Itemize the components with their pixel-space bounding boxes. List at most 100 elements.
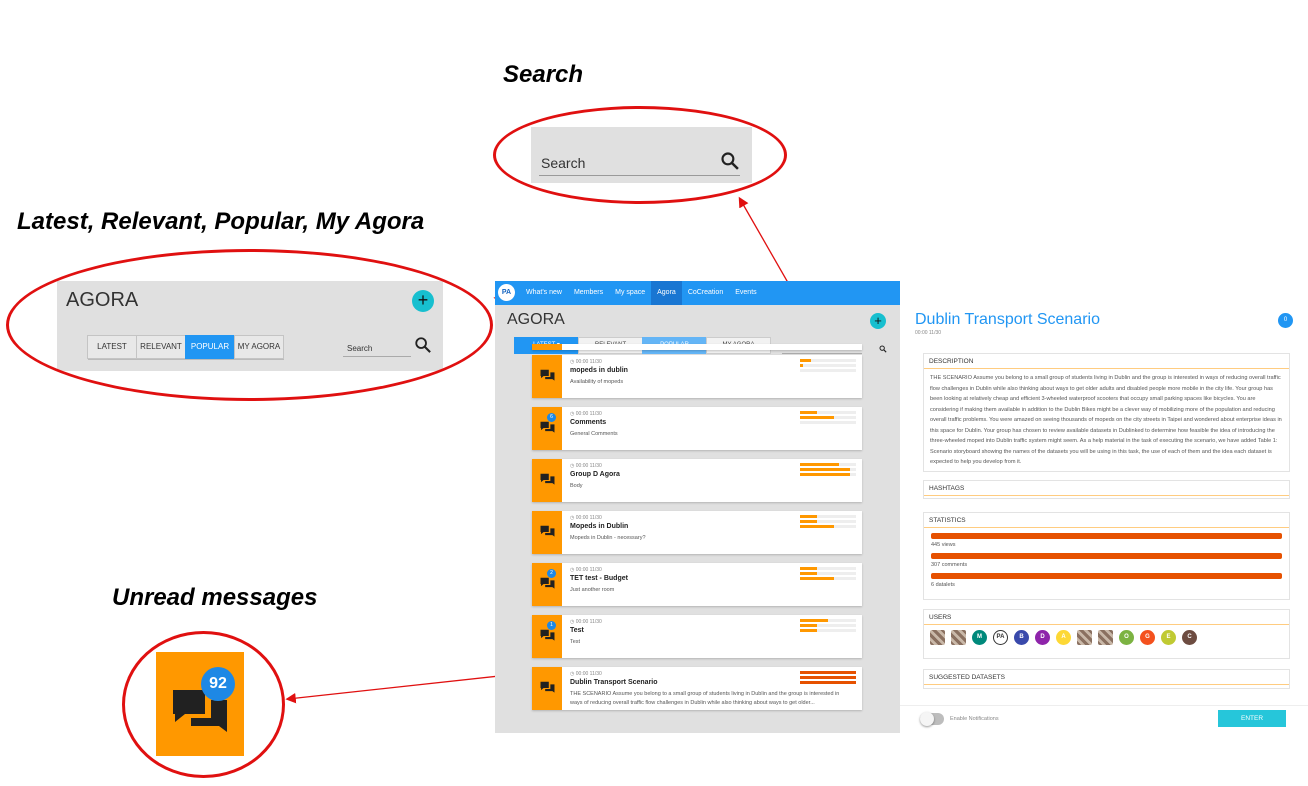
- search-icon[interactable]: [879, 345, 887, 353]
- avatar[interactable]: A: [1056, 630, 1071, 645]
- detail-title: Dublin Transport Scenario: [915, 311, 1100, 328]
- room-name: Group D Agora: [570, 471, 620, 478]
- datalets-bar: [931, 573, 1282, 579]
- activity-bar: [800, 520, 856, 523]
- nav-item-whats-new[interactable]: What's new: [520, 281, 568, 305]
- room-card[interactable]: ◷ 00:00 11/30 Mopeds in Dublin Mopeds in D…: [532, 511, 862, 554]
- activity-bar: [800, 525, 856, 528]
- activity-bar: [800, 577, 856, 580]
- chat-icon: [540, 681, 555, 693]
- room-desc: Availability of mopeds: [570, 379, 624, 385]
- activity-bar: [800, 468, 856, 471]
- suggested-datasets-header: SUGGESTED DATASETS: [924, 670, 1289, 685]
- avatar[interactable]: C: [1182, 630, 1197, 645]
- nav-icons: ✉ ?: [900, 281, 1308, 305]
- activity-bar: [800, 624, 856, 627]
- views-bar: [931, 533, 1282, 539]
- avatar[interactable]: B: [1014, 630, 1029, 645]
- nav-item-my-space[interactable]: My space: [609, 281, 651, 305]
- room-card[interactable]: ◷ 00:00 11/30 Group D Agora Body: [532, 459, 862, 502]
- search-underline: [782, 353, 862, 354]
- agora-heading: AGORA: [507, 311, 565, 328]
- activity-bar: [800, 681, 856, 684]
- room-meta: ◷ 00:00 11/30: [570, 619, 602, 625]
- detail-count-badge: 0: [1278, 313, 1293, 328]
- room-name: mopeds in dublin: [570, 367, 628, 374]
- room-desc: THE SCENARIO Assume you belong to a smal…: [570, 691, 840, 706]
- mail-icon[interactable]: ✉: [909, 289, 916, 298]
- avatar[interactable]: [1098, 630, 1113, 645]
- help-icon[interactable]: ?: [976, 289, 980, 298]
- logo[interactable]: PA: [498, 284, 515, 301]
- nav-item-agora[interactable]: Agora: [651, 281, 682, 305]
- nav-item-members[interactable]: Members: [568, 281, 609, 305]
- bell-icon[interactable]: [925, 288, 933, 298]
- top-nav: PA What's new Members My space Agora CoC…: [495, 281, 1308, 305]
- room-name: Dublin Transport Scenario: [570, 679, 658, 686]
- room-icon-square: 2: [532, 563, 562, 606]
- room-activity-bars: [800, 567, 856, 582]
- room-card[interactable]: ◷ 00:00 11/30 Dublin Transport Scenario TH…: [532, 667, 862, 710]
- activity-bar: [800, 671, 856, 674]
- room-card[interactable]: ◷ 00:00 11/30 mopeds in dublin Availabilit…: [532, 355, 862, 398]
- chat-icon: [540, 577, 555, 589]
- room-card-partial[interactable]: [532, 344, 862, 350]
- activity-bar: [800, 676, 856, 679]
- statistics-panel: STATISTICS 445 views 307 comments 6 data…: [923, 512, 1290, 600]
- room-icon-square: [532, 459, 562, 502]
- detail-date: 00:00 11/30: [915, 330, 942, 336]
- notifications-toggle[interactable]: [920, 712, 944, 726]
- activity-bar: [800, 411, 856, 414]
- avatar[interactable]: [1077, 630, 1092, 645]
- enter-button[interactable]: ENTER: [1218, 710, 1286, 727]
- room-meta-time: 00:00 11/30: [575, 359, 602, 365]
- room-name: TET test - Budget: [570, 575, 628, 582]
- room-activity-bars: [800, 671, 856, 686]
- profile-icon[interactable]: [959, 288, 967, 298]
- avatar[interactable]: PA: [993, 630, 1008, 645]
- nav-item-events[interactable]: Events: [729, 281, 762, 305]
- detail-panel: Dublin Transport Scenario 00:00 11/30 0 …: [900, 305, 1308, 733]
- room-card[interactable]: 6 ◷ 00:00 11/30 Comments General Comments: [532, 407, 862, 450]
- room-activity-bars: [800, 515, 856, 530]
- views-label: 445 views: [931, 542, 956, 548]
- room-icon-square: [532, 667, 562, 710]
- avatar[interactable]: [951, 630, 966, 645]
- activity-bar: [800, 567, 856, 570]
- room-meta-time: 00:00 11/30: [575, 567, 602, 573]
- room-meta: ◷ 00:00 11/30: [570, 359, 602, 365]
- room-meta-time: 00:00 11/30: [575, 619, 602, 625]
- activity-bar: [800, 515, 856, 518]
- room-icon-square: 6: [532, 407, 562, 450]
- activity-bar: [800, 619, 856, 622]
- activity-bar: [800, 364, 856, 367]
- add-room-button[interactable]: +: [870, 313, 886, 329]
- room-meta: ◷ 00:00 11/30: [570, 567, 602, 573]
- room-desc: Mopeds in Dublin - necessary?: [570, 535, 646, 541]
- room-name: Mopeds in Dublin: [570, 523, 629, 530]
- detail-bottom-bar: Enable Notifications ENTER: [900, 705, 1308, 733]
- avatar[interactable]: G: [1140, 630, 1155, 645]
- room-meta-time: 00:00 11/30: [575, 463, 602, 469]
- room-card[interactable]: 1 ◷ 00:00 11/30 Test Test: [532, 615, 862, 658]
- chat-icon: [540, 369, 555, 381]
- nav-item-cocreation[interactable]: CoCreation: [682, 281, 729, 305]
- avatar[interactable]: M: [972, 630, 987, 645]
- avatar[interactable]: D: [1035, 630, 1050, 645]
- user-icon[interactable]: [942, 288, 950, 298]
- room-name: Test: [570, 627, 584, 634]
- activity-bar: [800, 359, 856, 362]
- avatar[interactable]: E: [1161, 630, 1176, 645]
- notifications-label: Enable Notifications: [950, 716, 999, 722]
- avatar[interactable]: O: [1119, 630, 1134, 645]
- room-desc: Just another room: [570, 587, 615, 593]
- room-meta: ◷ 00:00 11/30: [570, 515, 602, 521]
- unread-badge: 1: [547, 621, 556, 630]
- room-card[interactable]: 2 ◷ 00:00 11/30 TET test - Budget Just anot…: [532, 563, 862, 606]
- avatar[interactable]: [930, 630, 945, 645]
- room-card-partial-square: [532, 344, 562, 350]
- chat-icon: [540, 629, 555, 641]
- room-meta: ◷ 00:00 11/30: [570, 463, 602, 469]
- room-meta-time: 00:00 11/30: [575, 671, 602, 677]
- unread-badge: 2: [547, 569, 556, 578]
